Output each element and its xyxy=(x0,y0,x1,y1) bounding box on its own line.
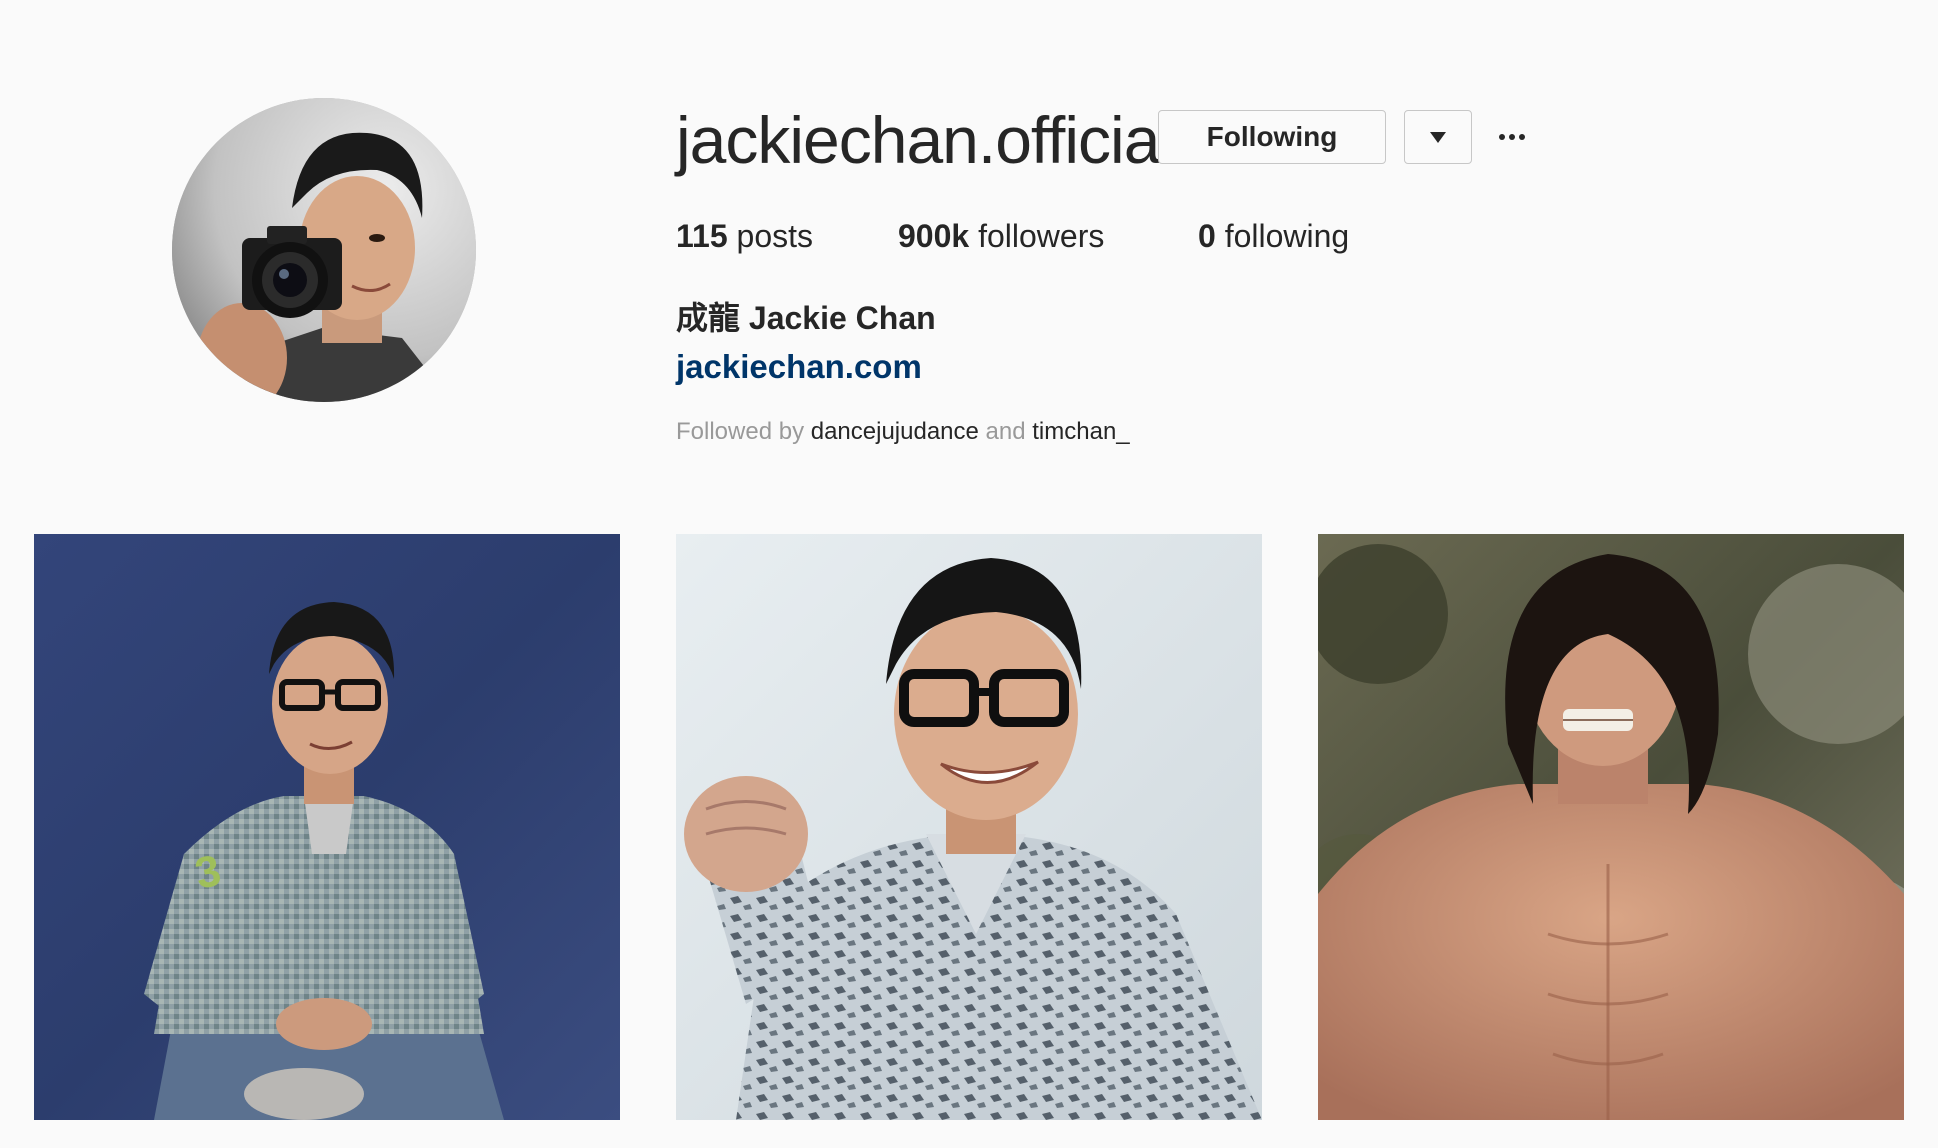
photo-blue-backdrop: 3 xyxy=(34,534,620,1120)
profile-avatar[interactable] xyxy=(172,98,476,402)
post-thumbnail-1[interactable]: 3 xyxy=(34,534,620,1120)
ellipsis-icon xyxy=(1499,134,1525,140)
followed-by-prefix: Followed by xyxy=(676,418,805,445)
caret-down-icon xyxy=(1430,131,1446,143)
profile-page: jackiechan.official Following 115 posts … xyxy=(0,0,1938,1148)
posts-count: 115 posts xyxy=(676,218,813,254)
followed-by-account-2[interactable]: timchan_ xyxy=(1032,418,1129,445)
followed-by-connector: and xyxy=(985,418,1026,445)
profile-full-name: 成龍 Jackie Chan xyxy=(676,300,936,336)
profile-username: jackiechan.official xyxy=(676,103,1174,177)
followers-link[interactable]: 900k followers xyxy=(898,216,1104,256)
more-options-button[interactable] xyxy=(1492,114,1532,160)
avatar-photo xyxy=(172,98,476,402)
photo-outdoor-shirtless xyxy=(1318,534,1904,1120)
post-thumbnail-2[interactable] xyxy=(676,534,1262,1120)
post-thumbnail-3[interactable] xyxy=(1318,534,1904,1120)
photo-light-backdrop xyxy=(676,534,1262,1120)
followed-by-account-1[interactable]: dancejujudance xyxy=(811,418,979,445)
profile-website-link[interactable]: jackiechan.com xyxy=(676,346,922,388)
followed-by-text: Followed by dancejujudance and timchan_ xyxy=(676,416,1130,448)
following-button[interactable]: Following xyxy=(1158,110,1386,164)
suggestions-dropdown-button[interactable] xyxy=(1404,110,1472,164)
following-link[interactable]: 0 following xyxy=(1198,216,1349,256)
